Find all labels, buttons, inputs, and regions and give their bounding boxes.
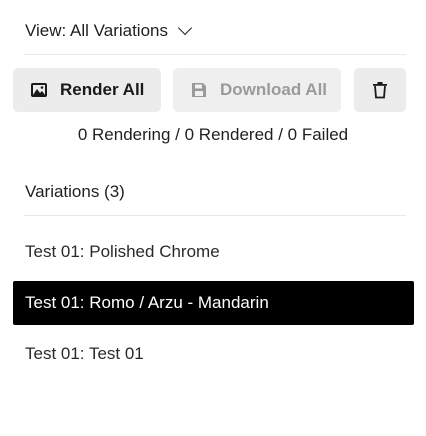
render-all-button[interactable]: Render All (13, 68, 161, 112)
download-all-button[interactable]: Download All (173, 68, 341, 112)
chevron-down-icon (177, 20, 193, 36)
save-icon (190, 81, 208, 99)
variations-list: Test 01: Polished Chrome Test 01: Romo /… (13, 230, 414, 383)
variations-heading: Variations (3) (25, 182, 125, 201)
list-item-label: Test 01: Test 01 (25, 344, 144, 363)
list-item[interactable]: Test 01: Test 01 (13, 332, 414, 376)
list-item-label: Test 01: Romo / Arzu - Mandarin (25, 293, 269, 312)
list-item-selected[interactable]: Test 01: Romo / Arzu - Mandarin (13, 281, 414, 325)
delete-button[interactable] (354, 68, 406, 112)
trash-icon (371, 81, 389, 99)
divider (24, 215, 406, 216)
list-item-label: Test 01: Polished Chrome (25, 242, 220, 261)
view-selector-label: View: All Variations (25, 21, 168, 40)
render-all-label: Render All (60, 80, 145, 99)
view-selector[interactable]: View: All Variations (25, 19, 193, 43)
image-icon (30, 81, 48, 99)
divider (24, 54, 406, 55)
render-status: 0 Rendering / 0 Rendered / 0 Failed (77, 125, 349, 144)
list-item[interactable]: Test 01: Polished Chrome (13, 230, 414, 274)
download-all-label: Download All (220, 80, 328, 99)
